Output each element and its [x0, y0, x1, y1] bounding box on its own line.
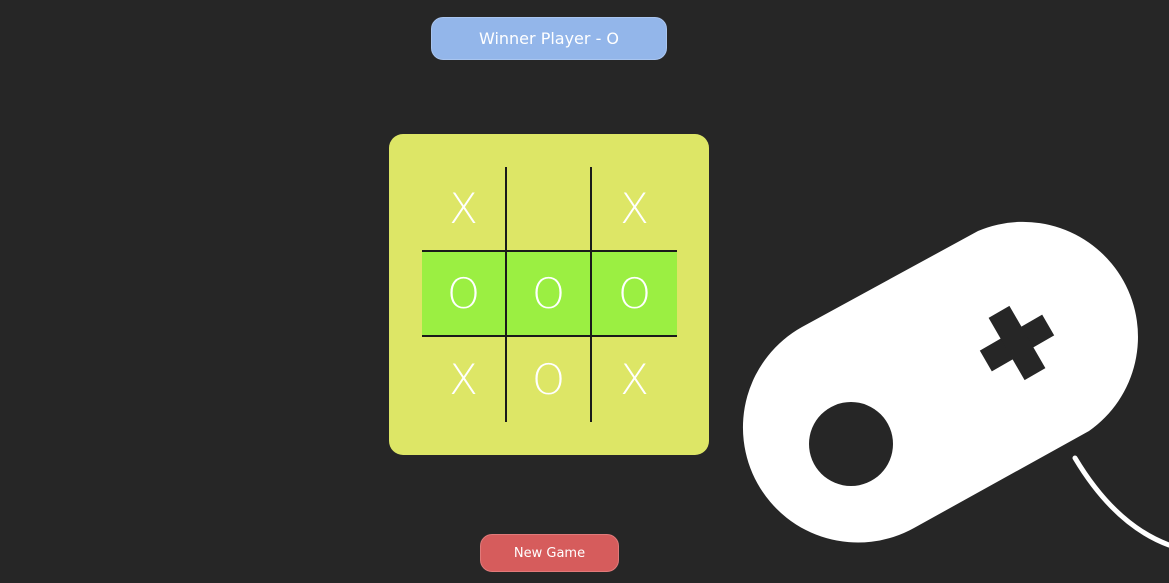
board-cell[interactable]: X [422, 337, 507, 422]
board-cell[interactable]: O [507, 337, 592, 422]
game-board-grid: X X O O O X O X [422, 167, 677, 422]
new-game-button[interactable]: New Game [480, 534, 619, 572]
board-cell[interactable]: O [507, 252, 592, 337]
board-cell[interactable]: O [422, 252, 507, 337]
board-cell[interactable]: X [592, 337, 677, 422]
winner-status-badge: Winner Player - O [431, 17, 667, 60]
board-cell[interactable] [507, 167, 592, 252]
game-board-panel: X X O O O X O X [389, 134, 709, 455]
board-cell[interactable]: X [592, 167, 677, 252]
new-game-label: New Game [513, 545, 586, 561]
game-controller-icon [742, 221, 1169, 548]
winner-status-text: Winner Player - O [478, 29, 620, 48]
board-cell[interactable]: X [422, 167, 507, 252]
board-cell[interactable]: O [592, 252, 677, 337]
